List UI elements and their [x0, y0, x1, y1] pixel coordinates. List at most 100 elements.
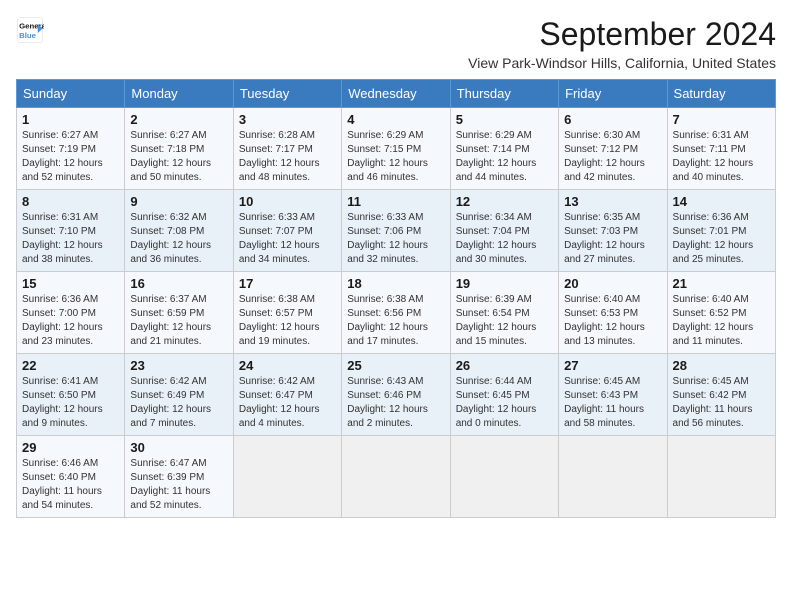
day-info: Sunrise: 6:28 AM Sunset: 7:17 PM Dayligh…: [239, 129, 336, 185]
day-info: Sunrise: 6:39 AM Sunset: 6:54 PM Dayligh…: [456, 293, 553, 349]
calendar-cell: [559, 436, 667, 518]
day-info: Sunrise: 6:45 AM Sunset: 6:42 PM Dayligh…: [673, 375, 770, 431]
day-info: Sunrise: 6:27 AM Sunset: 7:19 PM Dayligh…: [22, 129, 119, 185]
day-number: 12: [456, 194, 553, 209]
calendar-cell: 15Sunrise: 6:36 AM Sunset: 7:00 PM Dayli…: [17, 272, 125, 354]
calendar-week-1: 1 Sunrise: 6:27 AM Sunset: 7:19 PM Daylig…: [17, 108, 776, 190]
day-info: Sunrise: 6:44 AM Sunset: 6:45 PM Dayligh…: [456, 375, 553, 431]
day-number: 27: [564, 358, 661, 373]
day-number: 16: [130, 276, 227, 291]
calendar-cell: 10Sunrise: 6:33 AM Sunset: 7:07 PM Dayli…: [233, 190, 341, 272]
day-info: Sunrise: 6:31 AM Sunset: 7:11 PM Dayligh…: [673, 129, 770, 185]
svg-text:Blue: Blue: [19, 31, 37, 40]
calendar-cell: 2 Sunrise: 6:27 AM Sunset: 7:18 PM Daylig…: [125, 108, 233, 190]
day-number: 21: [673, 276, 770, 291]
calendar-cell: 25 Sunrise: 6:43 AM Sunset: 6:46 PM Dayli…: [342, 354, 450, 436]
day-number: 28: [673, 358, 770, 373]
calendar-cell: 23Sunrise: 6:42 AM Sunset: 6:49 PM Dayli…: [125, 354, 233, 436]
day-number: 6: [564, 112, 661, 127]
day-number: 5: [456, 112, 553, 127]
calendar-cell: [342, 436, 450, 518]
day-info: Sunrise: 6:29 AM Sunset: 7:14 PM Dayligh…: [456, 129, 553, 185]
calendar-cell: 7 Sunrise: 6:31 AM Sunset: 7:11 PM Daylig…: [667, 108, 775, 190]
weekday-header-tuesday: Tuesday: [233, 80, 341, 108]
calendar-cell: 26 Sunrise: 6:44 AM Sunset: 6:45 PM Dayli…: [450, 354, 558, 436]
day-info: Sunrise: 6:34 AM Sunset: 7:04 PM Dayligh…: [456, 211, 553, 267]
weekday-header-sunday: Sunday: [17, 80, 125, 108]
calendar-week-5: 29 Sunrise: 6:46 AM Sunset: 6:40 PM Dayli…: [17, 436, 776, 518]
calendar-cell: 18Sunrise: 6:38 AM Sunset: 6:56 PM Dayli…: [342, 272, 450, 354]
day-number: 2: [130, 112, 227, 127]
calendar-cell: 9 Sunrise: 6:32 AM Sunset: 7:08 PM Daylig…: [125, 190, 233, 272]
weekday-header-row: SundayMondayTuesdayWednesdayThursdayFrid…: [17, 80, 776, 108]
day-number: 7: [673, 112, 770, 127]
calendar-cell: 21 Sunrise: 6:40 AM Sunset: 6:52 PM Dayli…: [667, 272, 775, 354]
day-info: Sunrise: 6:46 AM Sunset: 6:40 PM Dayligh…: [22, 457, 119, 513]
day-info: Sunrise: 6:47 AM Sunset: 6:39 PM Dayligh…: [130, 457, 227, 513]
calendar-cell: 11 Sunrise: 6:33 AM Sunset: 7:06 PM Dayli…: [342, 190, 450, 272]
day-number: 17: [239, 276, 336, 291]
calendar-week-4: 22 Sunrise: 6:41 AM Sunset: 6:50 PM Dayli…: [17, 354, 776, 436]
day-number: 9: [130, 194, 227, 209]
calendar-cell: 28 Sunrise: 6:45 AM Sunset: 6:42 PM Dayli…: [667, 354, 775, 436]
day-number: 4: [347, 112, 444, 127]
title-block: September 2024 View Park-Windsor Hills, …: [468, 16, 776, 71]
calendar-week-2: 8 Sunrise: 6:31 AM Sunset: 7:10 PM Daylig…: [17, 190, 776, 272]
day-number: 1: [22, 112, 119, 127]
weekday-header-saturday: Saturday: [667, 80, 775, 108]
day-number: 22: [22, 358, 119, 373]
calendar-cell: 6 Sunrise: 6:30 AM Sunset: 7:12 PM Daylig…: [559, 108, 667, 190]
calendar-cell: 19 Sunrise: 6:39 AM Sunset: 6:54 PM Dayli…: [450, 272, 558, 354]
day-number: 29: [22, 440, 119, 455]
day-info: Sunrise: 6:42 AM Sunset: 6:47 PM Dayligh…: [239, 375, 336, 431]
day-info: Sunrise: 6:35 AM Sunset: 7:03 PM Dayligh…: [564, 211, 661, 267]
logo-icon: General Blue: [16, 16, 44, 44]
calendar-cell: 3 Sunrise: 6:28 AM Sunset: 7:17 PM Daylig…: [233, 108, 341, 190]
calendar-cell: 16 Sunrise: 6:37 AM Sunset: 6:59 PM Dayli…: [125, 272, 233, 354]
day-number: 23: [130, 358, 227, 373]
day-info: Sunrise: 6:27 AM Sunset: 7:18 PM Dayligh…: [130, 129, 227, 185]
calendar-cell: 8 Sunrise: 6:31 AM Sunset: 7:10 PM Daylig…: [17, 190, 125, 272]
day-number: 26: [456, 358, 553, 373]
day-number: 20: [564, 276, 661, 291]
day-number: 24: [239, 358, 336, 373]
calendar-cell: 27 Sunrise: 6:45 AM Sunset: 6:43 PM Dayli…: [559, 354, 667, 436]
day-info: Sunrise: 6:37 AM Sunset: 6:59 PM Dayligh…: [130, 293, 227, 349]
day-info: Sunrise: 6:40 AM Sunset: 6:52 PM Dayligh…: [673, 293, 770, 349]
calendar-cell: 14 Sunrise: 6:36 AM Sunset: 7:01 PM Dayli…: [667, 190, 775, 272]
day-info: Sunrise: 6:38 AM Sunset: 6:57 PM Dayligh…: [239, 293, 336, 349]
day-info: Sunrise: 6:43 AM Sunset: 6:46 PM Dayligh…: [347, 375, 444, 431]
day-number: 19: [456, 276, 553, 291]
calendar-cell: 30 Sunrise: 6:47 AM Sunset: 6:39 PM Dayli…: [125, 436, 233, 518]
day-info: Sunrise: 6:36 AM Sunset: 7:01 PM Dayligh…: [673, 211, 770, 267]
day-number: 13: [564, 194, 661, 209]
day-number: 3: [239, 112, 336, 127]
day-info: Sunrise: 6:29 AM Sunset: 7:15 PM Dayligh…: [347, 129, 444, 185]
calendar-cell: [233, 436, 341, 518]
day-number: 14: [673, 194, 770, 209]
day-info: Sunrise: 6:31 AM Sunset: 7:10 PM Dayligh…: [22, 211, 119, 267]
day-info: Sunrise: 6:33 AM Sunset: 7:07 PM Dayligh…: [239, 211, 336, 267]
calendar-cell: 22 Sunrise: 6:41 AM Sunset: 6:50 PM Dayli…: [17, 354, 125, 436]
weekday-header-wednesday: Wednesday: [342, 80, 450, 108]
day-number: 15: [22, 276, 119, 291]
day-info: Sunrise: 6:45 AM Sunset: 6:43 PM Dayligh…: [564, 375, 661, 431]
day-number: 25: [347, 358, 444, 373]
calendar-cell: 1 Sunrise: 6:27 AM Sunset: 7:19 PM Daylig…: [17, 108, 125, 190]
day-number: 11: [347, 194, 444, 209]
day-info: Sunrise: 6:30 AM Sunset: 7:12 PM Dayligh…: [564, 129, 661, 185]
calendar-table: SundayMondayTuesdayWednesdayThursdayFrid…: [16, 79, 776, 518]
calendar-cell: 29 Sunrise: 6:46 AM Sunset: 6:40 PM Dayli…: [17, 436, 125, 518]
day-info: Sunrise: 6:41 AM Sunset: 6:50 PM Dayligh…: [22, 375, 119, 431]
calendar-cell: [667, 436, 775, 518]
logo: General Blue: [16, 16, 44, 44]
calendar-cell: 13 Sunrise: 6:35 AM Sunset: 7:03 PM Dayli…: [559, 190, 667, 272]
calendar-cell: 12 Sunrise: 6:34 AM Sunset: 7:04 PM Dayli…: [450, 190, 558, 272]
calendar-week-3: 15Sunrise: 6:36 AM Sunset: 7:00 PM Dayli…: [17, 272, 776, 354]
day-number: 8: [22, 194, 119, 209]
day-info: Sunrise: 6:32 AM Sunset: 7:08 PM Dayligh…: [130, 211, 227, 267]
calendar-cell: 20 Sunrise: 6:40 AM Sunset: 6:53 PM Dayli…: [559, 272, 667, 354]
day-info: Sunrise: 6:40 AM Sunset: 6:53 PM Dayligh…: [564, 293, 661, 349]
day-number: 30: [130, 440, 227, 455]
day-info: Sunrise: 6:33 AM Sunset: 7:06 PM Dayligh…: [347, 211, 444, 267]
